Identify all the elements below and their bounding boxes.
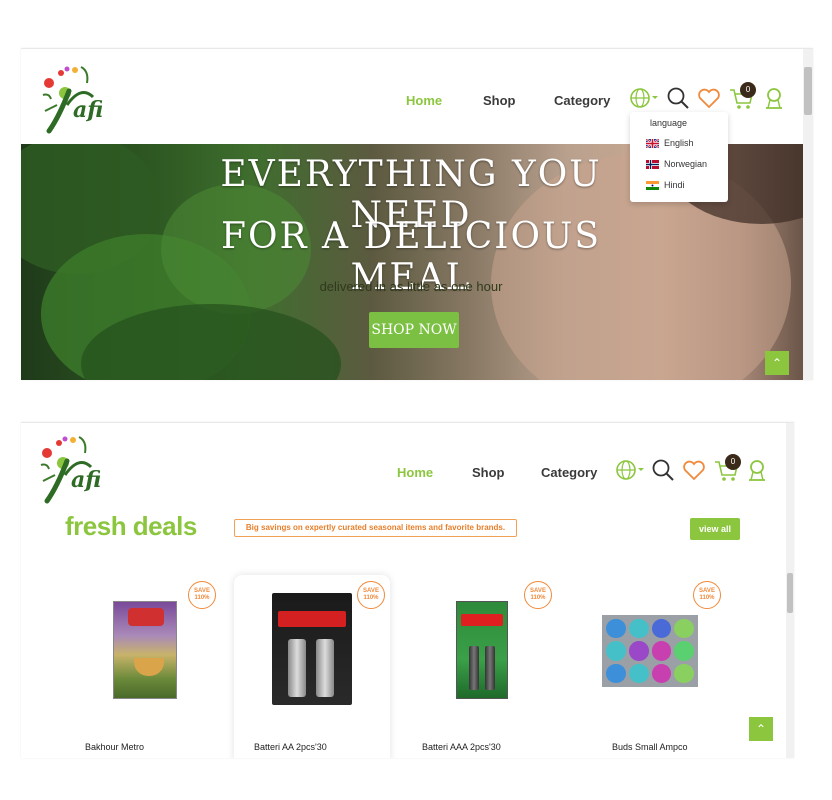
hero-subtitle: delivered in as little as one hour bbox=[319, 279, 503, 294]
scroll-thumb[interactable] bbox=[787, 573, 793, 613]
cotton-bud-container bbox=[674, 663, 694, 683]
norway-flag-icon bbox=[646, 159, 659, 169]
language-option-english[interactable]: English bbox=[646, 138, 694, 148]
product-card[interactable]: SAVE 110% Buds Small Ampco bbox=[574, 575, 730, 758]
product-name: Batteri AA 2pcs'30 bbox=[254, 742, 327, 752]
scroll-to-top-button[interactable]: ⌃ bbox=[749, 717, 773, 741]
product-label bbox=[128, 608, 164, 626]
chevron-up-icon: ⌃ bbox=[771, 356, 783, 370]
brand-banner bbox=[461, 614, 503, 626]
nav-home[interactable]: Home bbox=[406, 93, 442, 108]
product-card[interactable]: SAVE 110% Batteri AA 2pcs'30 bbox=[234, 575, 390, 758]
cart-count-badge: 0 bbox=[740, 82, 756, 98]
globe-icon[interactable] bbox=[615, 459, 645, 486]
battery-graphic bbox=[316, 639, 334, 697]
page-scrollbar[interactable] bbox=[803, 49, 813, 380]
nav-home[interactable]: Home bbox=[397, 465, 433, 480]
product-image bbox=[113, 601, 177, 699]
language-option-label: Hindi bbox=[664, 180, 685, 190]
tea-cup-graphic bbox=[134, 658, 164, 676]
cart-count-badge: 0 bbox=[725, 454, 741, 470]
language-option-label: English bbox=[664, 138, 694, 148]
india-flag-icon bbox=[646, 180, 659, 190]
cotton-bud-container bbox=[628, 641, 649, 661]
cotton-bud-container bbox=[606, 663, 626, 683]
language-option-norwegian[interactable]: Norwegian bbox=[646, 159, 707, 169]
language-option-hindi[interactable]: Hindi bbox=[646, 180, 685, 190]
heart-icon[interactable] bbox=[682, 459, 706, 486]
screenshot-fresh-deals: afi Home Shop Category 0 fresh deals Big… bbox=[21, 422, 794, 758]
cotton-bud-container bbox=[628, 663, 649, 683]
nav-shop[interactable]: Shop bbox=[472, 465, 505, 480]
scroll-to-top-button[interactable]: ⌃ bbox=[765, 351, 789, 375]
product-name: Buds Small Ampco bbox=[612, 742, 688, 752]
product-image bbox=[272, 593, 352, 705]
page-scrollbar[interactable] bbox=[786, 423, 794, 758]
battery-graphic bbox=[469, 646, 479, 690]
nav-category[interactable]: Category bbox=[541, 465, 597, 480]
cotton-bud-container bbox=[651, 641, 672, 661]
product-name: Bakhour Metro bbox=[85, 742, 145, 752]
globe-icon[interactable] bbox=[629, 87, 659, 114]
product-image bbox=[456, 601, 508, 699]
fresh-deals-heading: fresh deals bbox=[65, 511, 197, 541]
chevron-up-icon: ⌃ bbox=[755, 722, 767, 736]
brand-banner bbox=[278, 611, 346, 627]
cotton-bud-container bbox=[606, 619, 626, 639]
cotton-bud-container bbox=[674, 619, 694, 639]
shop-now-button[interactable]: SHOP NOW bbox=[369, 312, 459, 348]
save-badge: SAVE 110% bbox=[357, 581, 385, 609]
user-icon[interactable] bbox=[763, 86, 785, 115]
language-dropdown: language English Norwegian Hindi bbox=[630, 112, 728, 202]
view-all-button[interactable]: view all bbox=[690, 518, 740, 540]
nav-category[interactable]: Category bbox=[554, 93, 610, 108]
zafi-logo[interactable]: afi bbox=[35, 431, 115, 516]
deals-tagline: Big savings on expertly curated seasonal… bbox=[234, 519, 517, 537]
product-card[interactable]: SAVE 110% Bakhour Metro bbox=[71, 575, 227, 758]
product-name: Batteri AAA 2pcs'30 bbox=[422, 742, 501, 752]
product-card[interactable]: SAVE 110% Batteri AAA 2pcs'30 bbox=[404, 575, 560, 758]
battery-graphic bbox=[288, 639, 306, 697]
cotton-bud-container bbox=[628, 619, 649, 639]
svg-text:afi: afi bbox=[73, 97, 103, 123]
save-badge: SAVE 110% bbox=[188, 581, 216, 609]
cotton-bud-container bbox=[651, 663, 672, 683]
svg-text:afi: afi bbox=[71, 467, 101, 493]
nav-shop[interactable]: Shop bbox=[483, 93, 516, 108]
search-icon[interactable] bbox=[666, 86, 690, 115]
cotton-bud-container bbox=[606, 641, 626, 661]
scroll-thumb[interactable] bbox=[804, 67, 812, 115]
battery-graphic bbox=[485, 646, 495, 690]
search-icon[interactable] bbox=[651, 458, 675, 487]
product-image bbox=[602, 615, 698, 687]
language-option-label: Norwegian bbox=[664, 159, 708, 169]
cotton-bud-container bbox=[651, 619, 672, 639]
save-badge: SAVE 110% bbox=[693, 581, 721, 609]
uk-flag-icon bbox=[646, 138, 659, 148]
save-badge: SAVE 110% bbox=[524, 581, 552, 609]
cotton-bud-container bbox=[674, 641, 694, 661]
user-icon[interactable] bbox=[746, 458, 768, 487]
language-heading: language bbox=[650, 118, 688, 128]
zafi-logo[interactable]: afi bbox=[37, 61, 117, 146]
screenshot-home-language-open: afi Home Shop Category 0 EVERYTHING YOU … bbox=[21, 48, 813, 380]
heart-icon[interactable] bbox=[697, 87, 721, 114]
